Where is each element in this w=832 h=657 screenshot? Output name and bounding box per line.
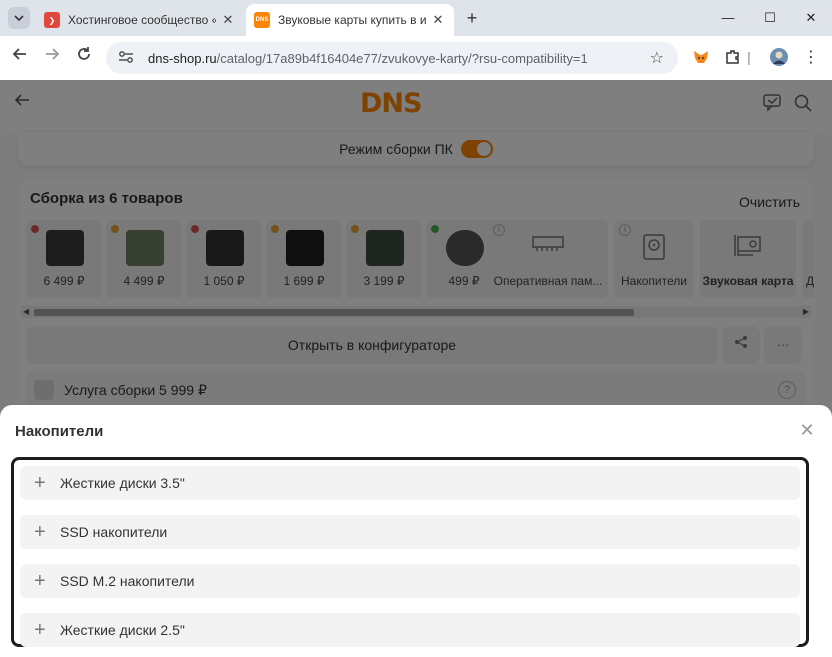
- list-item-label: Жесткие диски 3.5": [60, 475, 185, 491]
- arrow-right-icon: [46, 48, 60, 60]
- plus-icon: +: [34, 618, 46, 641]
- tab-title: Хостинговое сообщество «Tim: [68, 13, 216, 27]
- list-item-label: SSD накопители: [60, 524, 168, 540]
- list-item-hdd-3-5[interactable]: + Жесткие диски 3.5": [20, 466, 800, 500]
- modal-title: Накопители: [15, 423, 104, 440]
- new-tab-button[interactable]: +: [462, 8, 482, 28]
- profile-avatar[interactable]: [768, 46, 790, 68]
- plus-icon: +: [34, 569, 46, 592]
- storage-category-list: + Жесткие диски 3.5" + SSD накопители + …: [11, 457, 809, 647]
- browser-toolbar: dns-shop.ru/catalog/17a89b4f16404e77/zvu…: [0, 36, 832, 80]
- tab-close-icon[interactable]: ✕: [430, 12, 446, 28]
- plus-icon: +: [34, 520, 46, 543]
- tab-close-icon[interactable]: ✕: [220, 12, 236, 28]
- reload-icon: [78, 47, 90, 60]
- dns-favicon-icon: DNS: [254, 12, 270, 28]
- list-item-label: SSD M.2 накопители: [60, 573, 195, 589]
- web-page: DNS Режим сборки ПК Сборка из 6 товаров …: [0, 80, 832, 657]
- minimize-button[interactable]: —: [718, 8, 738, 28]
- browser-tab-timeweb[interactable]: ❯ Хостинговое сообщество «Tim ✕: [36, 4, 244, 36]
- storage-modal: Накопители ✕ + Жесткие диски 3.5" + SSD …: [0, 405, 832, 657]
- window-close-button[interactable]: ✕: [801, 8, 821, 28]
- tab-title: Звуковые карты купить в инте: [278, 13, 426, 27]
- chevron-down-icon: [14, 15, 24, 22]
- forward-button[interactable]: [40, 46, 64, 70]
- browser-tab-dns[interactable]: DNS Звуковые карты купить в инте ✕: [246, 4, 454, 36]
- modal-close-icon[interactable]: ✕: [798, 421, 816, 439]
- list-item-hdd-2-5[interactable]: + Жесткие диски 2.5": [20, 613, 800, 647]
- url-host: dns-shop.ru: [148, 50, 217, 66]
- tab-search-button[interactable]: [8, 7, 30, 29]
- back-button[interactable]: [8, 46, 32, 70]
- extensions-puzzle-icon[interactable]: [722, 46, 744, 68]
- bookmark-star-icon[interactable]: ☆: [650, 48, 664, 68]
- address-bar[interactable]: dns-shop.ru/catalog/17a89b4f16404e77/zvu…: [106, 42, 678, 74]
- timeweb-favicon-icon: ❯: [44, 12, 60, 28]
- toolbar-divider: |: [747, 49, 751, 65]
- list-item-ssd-m2[interactable]: + SSD M.2 накопители: [20, 564, 800, 598]
- reload-button[interactable]: [72, 46, 96, 70]
- url-path: /catalog/17a89b4f16404e77/zvukovye-karty…: [216, 50, 588, 66]
- browser-menu-icon[interactable]: ⋮: [800, 46, 822, 68]
- browser-tab-bar: ❯ Хостинговое сообщество «Tim ✕ DNS Звук…: [0, 0, 832, 36]
- metamask-extension-icon[interactable]: [690, 46, 712, 68]
- plus-icon: +: [34, 471, 46, 494]
- list-item-ssd[interactable]: + SSD накопители: [20, 515, 800, 549]
- maximize-button[interactable]: ☐: [760, 8, 780, 28]
- list-item-label: Жесткие диски 2.5": [60, 622, 185, 638]
- site-settings-icon[interactable]: [118, 50, 136, 67]
- arrow-left-icon: [12, 48, 26, 60]
